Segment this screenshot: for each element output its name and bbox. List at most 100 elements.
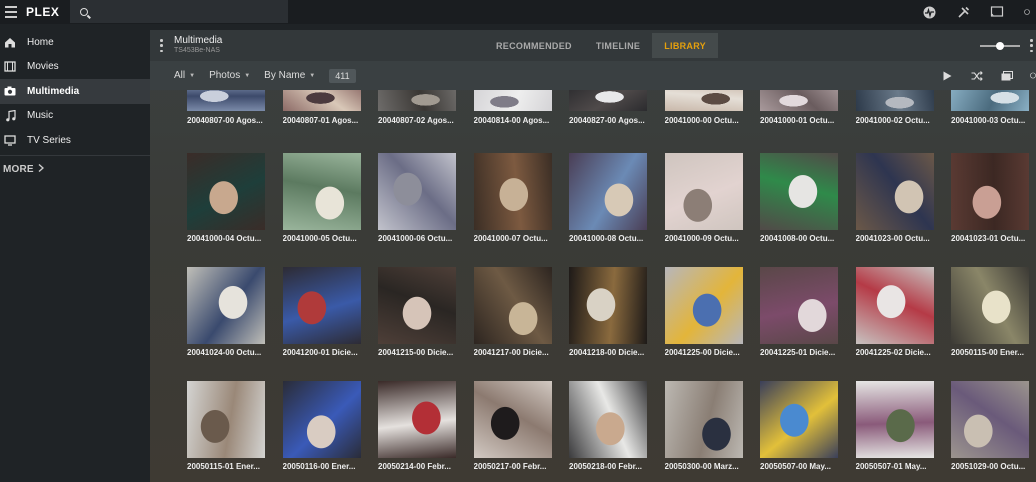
photo-thumbnail[interactable] [664, 153, 743, 230]
photo-tile[interactable]: 20041225-01 Dicie... [760, 267, 838, 357]
photo-tile[interactable]: 20041000-09 Octu... [664, 153, 743, 243]
activity-icon[interactable] [922, 5, 936, 19]
photo-thumbnail[interactable] [378, 267, 456, 344]
photo-thumbnail[interactable] [473, 153, 552, 230]
photo-caption[interactable]: 20050214-00 Febr... [378, 462, 468, 471]
photo-thumbnail[interactable] [760, 381, 838, 458]
photo-tile[interactable]: 20041023-00 Octu... [855, 153, 934, 243]
photo-caption[interactable]: 20041000-03 Octu... [951, 116, 1036, 125]
photo-caption[interactable]: 20041000-02 Octu... [856, 116, 946, 125]
photo-tile[interactable]: 20041000-04 Octu... [187, 153, 265, 243]
photo-thumbnail[interactable] [951, 153, 1029, 230]
photo-thumbnail[interactable] [473, 267, 552, 344]
photo-tile[interactable]: 20041024-00 Octu... [187, 267, 265, 357]
photo-thumbnail[interactable] [664, 267, 743, 344]
photo-caption[interactable]: 20041000-01 Octu... [760, 116, 850, 125]
photo-tile[interactable]: 20050214-00 Febr... [378, 381, 456, 471]
photo-thumbnail[interactable] [855, 267, 934, 344]
sort-dropdown[interactable]: By Name ▼ [264, 70, 315, 81]
hamburger-menu-icon[interactable] [0, 0, 22, 24]
photo-tile[interactable]: 20041225-02 Dicie... [855, 267, 934, 357]
info-icon[interactable] [1030, 69, 1036, 83]
sidebar-item-multimedia[interactable]: Multimedia [0, 79, 150, 104]
photo-thumbnail[interactable] [282, 153, 361, 230]
photo-thumbnail[interactable] [855, 381, 934, 458]
tab-library[interactable]: LIBRARY [652, 33, 718, 58]
photo-tile[interactable]: 20050115-00 Ener... [951, 267, 1029, 357]
photo-caption[interactable]: 20041023-01 Octu... [951, 234, 1036, 243]
plex-logo[interactable]: PLEX [26, 5, 59, 19]
photo-thumbnail[interactable] [760, 153, 838, 230]
photo-tile[interactable]: 20041008-00 Octu... [760, 153, 838, 243]
photo-caption[interactable]: 20041200-01 Dicie... [283, 348, 373, 357]
photo-caption[interactable]: 20041000-00 Octu... [665, 116, 755, 125]
photo-tile[interactable]: 20041000-05 Octu... [282, 153, 361, 243]
cast-icon[interactable] [990, 5, 1004, 19]
photo-thumbnail[interactable] [569, 381, 647, 458]
photo-tile[interactable]: 20041225-00 Dicie... [664, 267, 743, 357]
sidebar-item-home[interactable]: Home [0, 30, 150, 55]
photo-tile[interactable]: 20050116-00 Ener... [282, 381, 361, 471]
sidebar-more-button[interactable]: MORE [0, 156, 150, 184]
library-options-dots-icon[interactable] [160, 39, 163, 52]
photo-caption[interactable]: 20041218-00 Dicie... [569, 348, 659, 357]
tab-recommended[interactable]: RECOMMENDED [484, 33, 584, 58]
photo-caption[interactable]: 20040814-00 Agos... [474, 116, 564, 125]
photo-caption[interactable]: 20050218-00 Febr... [569, 462, 659, 471]
photo-tile[interactable]: 20050507-01 May... [855, 381, 934, 471]
photo-tile[interactable]: 20041000-08 Octu... [569, 153, 647, 243]
photo-tile[interactable]: 20050115-01 Ener... [187, 381, 265, 471]
photo-caption[interactable]: 20041023-00 Octu... [856, 234, 946, 243]
photo-caption[interactable]: 20050217-00 Febr... [474, 462, 564, 471]
photo-thumbnail[interactable] [187, 153, 265, 230]
photo-caption[interactable]: 20041000-04 Octu... [187, 234, 277, 243]
photo-caption[interactable]: 20051029-00 Octu... [951, 462, 1036, 471]
photo-tile[interactable]: 20041000-06 Octu... [378, 153, 456, 243]
shuffle-icon[interactable] [970, 69, 984, 83]
slideshow-icon[interactable] [1000, 69, 1014, 83]
photo-caption[interactable]: 20041225-00 Dicie... [665, 348, 755, 357]
sidebar-item-tv-series[interactable]: TV Series [0, 128, 150, 153]
thumbnail-size-slider[interactable] [980, 42, 1020, 50]
photo-thumbnail[interactable] [282, 267, 361, 344]
photo-thumbnail[interactable] [378, 381, 456, 458]
photo-caption[interactable]: 20050116-00 Ener... [283, 462, 373, 471]
photo-thumbnail[interactable] [760, 267, 838, 344]
type-filter-dropdown[interactable]: All ▼ [174, 70, 195, 81]
photo-caption[interactable]: 20041217-00 Dicie... [474, 348, 564, 357]
photo-caption[interactable]: 20041000-09 Octu... [665, 234, 755, 243]
photo-thumbnail[interactable] [187, 381, 265, 458]
photo-thumbnail[interactable] [378, 153, 456, 230]
photo-thumbnail[interactable] [187, 267, 265, 344]
photo-tile[interactable]: 20041200-01 Dicie... [282, 267, 361, 357]
photo-caption[interactable]: 20041225-02 Dicie... [856, 348, 946, 357]
photo-caption[interactable]: 20050115-01 Ener... [187, 462, 277, 471]
photo-thumbnail[interactable] [282, 381, 361, 458]
sidebar-item-movies[interactable]: Movies [0, 55, 150, 80]
more-options-dots-icon[interactable] [1030, 39, 1033, 52]
photo-caption[interactable]: 20050507-01 May... [856, 462, 946, 471]
photo-caption[interactable]: 20040807-02 Agos... [378, 116, 468, 125]
search-input[interactable] [70, 0, 288, 23]
photo-caption[interactable]: 20040807-01 Agos... [283, 116, 373, 125]
photo-caption[interactable]: 20041215-00 Dicie... [378, 348, 468, 357]
photo-tile[interactable]: 20041215-00 Dicie... [378, 267, 456, 357]
photo-caption[interactable]: 20050300-00 Marz... [665, 462, 755, 471]
photo-caption[interactable]: 20041225-01 Dicie... [760, 348, 850, 357]
user-avatar-icon[interactable] [1024, 5, 1030, 19]
photo-caption[interactable]: 20041000-06 Octu... [378, 234, 468, 243]
photo-thumbnail[interactable] [951, 267, 1029, 344]
photo-caption[interactable]: 20040827-00 Agos... [569, 116, 659, 125]
photo-tile[interactable]: 20050218-00 Febr... [569, 381, 647, 471]
photo-thumbnail[interactable] [569, 267, 647, 344]
photo-tile[interactable]: 20041000-07 Octu... [473, 153, 552, 243]
photo-tile[interactable]: 20050217-00 Febr... [473, 381, 552, 471]
photo-tile[interactable]: 20041217-00 Dicie... [473, 267, 552, 357]
slider-knob[interactable] [996, 42, 1004, 50]
photo-tile[interactable]: 20041023-01 Octu... [951, 153, 1029, 243]
photo-caption[interactable]: 20041000-07 Octu... [474, 234, 564, 243]
photo-thumbnail[interactable] [951, 381, 1029, 458]
photo-caption[interactable]: 20041000-08 Octu... [569, 234, 659, 243]
photo-tile[interactable]: 20041218-00 Dicie... [569, 267, 647, 357]
photo-caption[interactable]: 20041000-05 Octu... [283, 234, 373, 243]
